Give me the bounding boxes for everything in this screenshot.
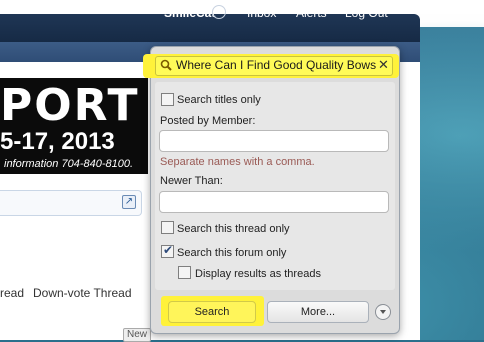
chevron-down-icon[interactable] [375, 304, 391, 320]
newer-than-field[interactable] [159, 191, 389, 213]
banner-info: information 704-840-8100. [4, 158, 134, 170]
content-box [0, 190, 142, 216]
search-icon [160, 59, 172, 71]
nav-alerts[interactable]: Alerts [296, 6, 327, 20]
event-banner: PORT 5-17, 2013 information 704-840-8100… [0, 78, 148, 174]
user-menu[interactable]: SmileCat [164, 6, 215, 20]
more-options-button[interactable]: More... [267, 301, 369, 323]
banner-dates: 5-17, 2013 [0, 128, 115, 155]
as-threads-checkbox[interactable] [178, 266, 191, 279]
search-button[interactable]: Search [168, 301, 256, 323]
downvote-thread-link[interactable]: Down-vote Thread [33, 286, 132, 300]
this-thread-label: Search this thread only [177, 223, 290, 235]
titles-only-checkbox[interactable] [161, 93, 174, 106]
posted-by-hint: Separate names with a comma. [160, 156, 315, 168]
this-forum-label: Search this forum only [177, 247, 287, 259]
external-link-icon[interactable]: ↗ [122, 195, 136, 209]
nav-logout[interactable]: Log Out [345, 6, 388, 20]
nav-inbox[interactable]: Inbox [247, 6, 276, 20]
posted-by-field[interactable] [159, 130, 389, 152]
newer-than-label: Newer Than: [160, 175, 223, 187]
posted-by-label: Posted by Member: [160, 115, 256, 127]
close-icon[interactable]: ✕ [378, 57, 389, 73]
this-forum-checkbox[interactable] [161, 243, 174, 258]
this-thread-checkbox[interactable] [161, 221, 174, 234]
chevron-down-icon[interactable] [212, 5, 226, 19]
read-thread-link[interactable]: read [0, 286, 24, 300]
search-query-value[interactable]: Where Can I Find Good Quality Bows [176, 58, 376, 72]
as-threads-label: Display results as threads [195, 268, 321, 280]
top-strip [0, 0, 484, 14]
banner-title: PORT [0, 80, 140, 131]
titles-only-label: Search titles only [177, 94, 261, 106]
